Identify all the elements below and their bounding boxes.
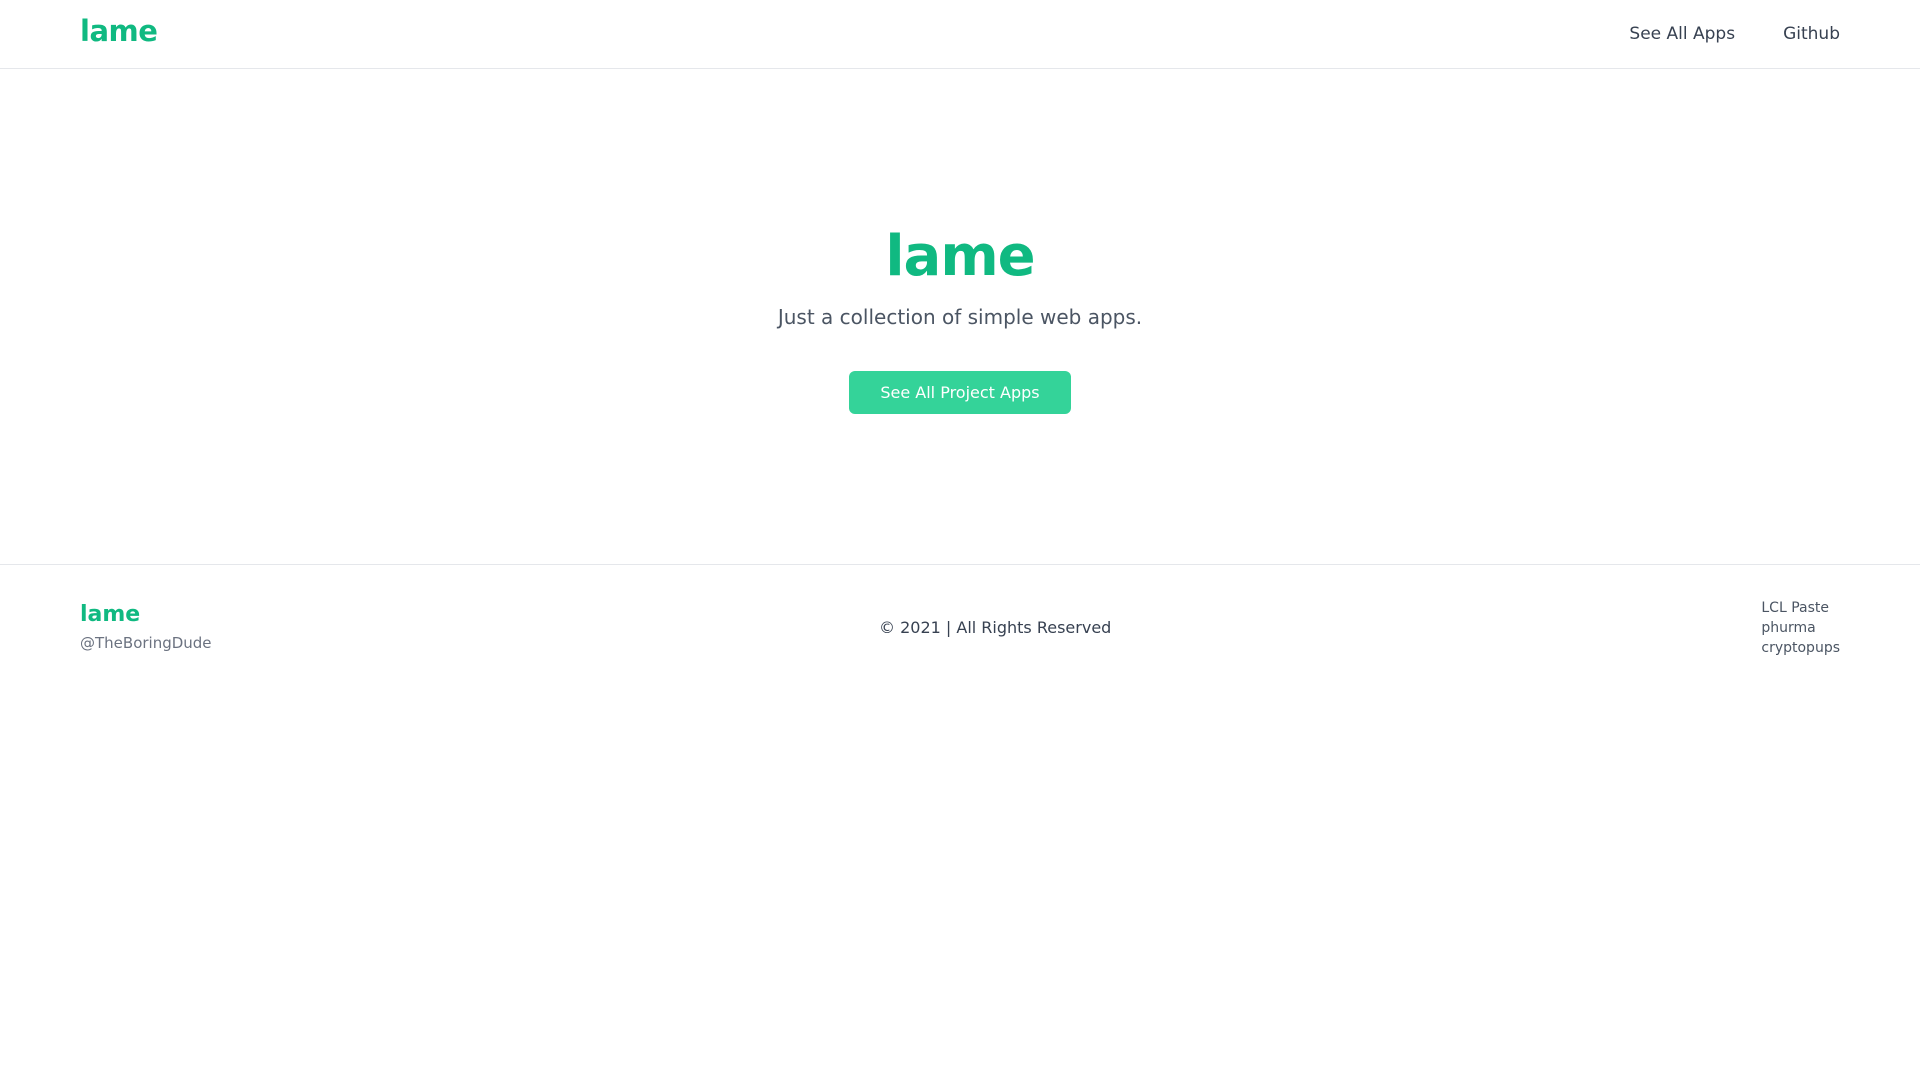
header-brand-logo[interactable]: lame	[80, 14, 158, 48]
footer-brand-logo: lame	[80, 602, 141, 627]
footer-link-cryptopups[interactable]: cryptopups	[1761, 640, 1840, 657]
footer-author-handle[interactable]: @TheBoringDude	[80, 634, 212, 652]
see-all-project-apps-button[interactable]: See All Project Apps	[849, 371, 1071, 414]
site-footer: lame @TheBoringDude © 2021 | All Rights …	[0, 566, 1920, 666]
footer-link-lcl-paste[interactable]: LCL Paste	[1761, 600, 1840, 617]
footer-link-phurma[interactable]: phurma	[1761, 620, 1840, 637]
nav-link-see-all-apps[interactable]: See All Apps	[1629, 24, 1735, 44]
hero-section: lame Just a collection of simple web app…	[0, 69, 1920, 565]
hero-title: lame	[885, 224, 1035, 289]
nav-link-github[interactable]: Github	[1783, 24, 1840, 44]
site-header: lame See All Apps Github	[0, 0, 1920, 69]
hero-subtitle: Just a collection of simple web apps.	[777, 305, 1143, 329]
footer-links: LCL Paste phurma cryptopups	[1761, 600, 1840, 657]
footer-copyright: © 2021 | All Rights Reserved	[879, 618, 1112, 637]
header-nav: See All Apps Github	[1629, 24, 1840, 44]
